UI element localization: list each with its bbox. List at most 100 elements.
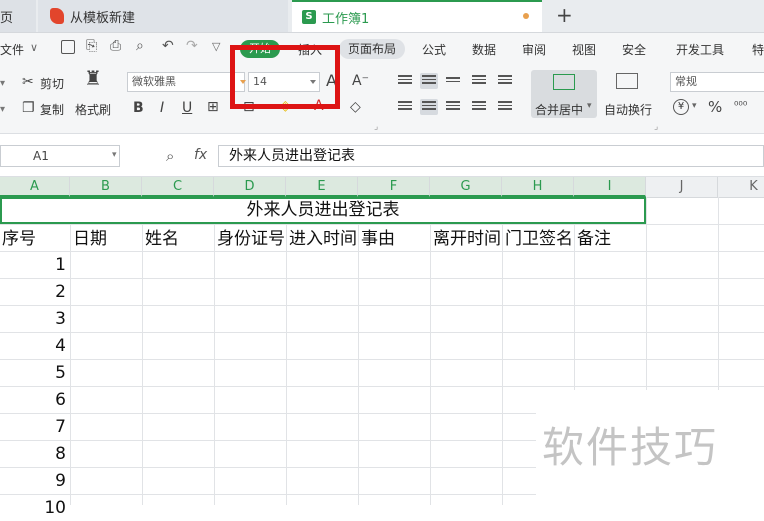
underline-button[interactable]: U (182, 100, 192, 116)
percent-button[interactable]: % (708, 99, 722, 115)
preview-icon[interactable]: ⌕ (136, 38, 144, 54)
serial-cell[interactable]: 5 (0, 360, 66, 386)
menu-file[interactable]: 文件 (0, 41, 24, 58)
border-icon[interactable]: ⊞ (207, 99, 219, 115)
bold-button[interactable]: B (133, 100, 144, 116)
font-settings-launcher-icon[interactable]: ⌟ (374, 122, 378, 132)
copy-button[interactable]: 复制 (40, 101, 64, 118)
grid-line (142, 224, 143, 505)
zoom-search-icon[interactable]: ⌕ (166, 147, 174, 165)
header-cell-d[interactable]: 身份证号 (217, 227, 285, 251)
currency-button[interactable]: ¥ (673, 99, 689, 115)
menu-view[interactable]: 视图 (572, 41, 596, 58)
header-cell-b[interactable]: 日期 (73, 227, 141, 251)
header-cell-i[interactable]: 备注 (577, 227, 645, 251)
grid-line (0, 224, 764, 225)
save-icon[interactable] (61, 40, 75, 54)
increase-indent-icon[interactable] (498, 75, 512, 87)
paste-dropdown-icon[interactable]: ▾ (0, 78, 5, 89)
format-painter-button[interactable]: 格式刷 (75, 101, 111, 118)
align-right-icon[interactable] (446, 101, 460, 113)
column-header-a[interactable]: A (0, 177, 70, 197)
cut-icon: ✂ (22, 74, 34, 90)
column-header-i[interactable]: I (574, 177, 646, 197)
alignment-launcher-icon[interactable]: ⌟ (654, 122, 658, 132)
column-header-e[interactable]: E (286, 177, 358, 197)
align-bottom-icon[interactable] (446, 77, 460, 89)
serial-cell[interactable]: 9 (0, 468, 66, 494)
tab-home[interactable]: 页 (0, 0, 36, 32)
grid-line (0, 494, 536, 495)
serial-cell[interactable]: 7 (0, 414, 66, 440)
tab-template[interactable]: 从模板新建 (38, 0, 288, 32)
justify-icon[interactable] (472, 101, 486, 113)
header-cell-c[interactable]: 姓名 (145, 227, 213, 251)
undo-icon[interactable]: ↶ (162, 38, 174, 54)
grid-line (358, 224, 359, 505)
header-cell-f[interactable]: 事由 (361, 227, 429, 251)
header-cell-g[interactable]: 离开时间 (433, 227, 501, 251)
wrap-text-button[interactable]: 自动换行 (604, 101, 652, 118)
clear-format-icon[interactable]: ◇ (350, 99, 361, 115)
print-icon[interactable]: ⎙ (110, 38, 121, 54)
column-header-k[interactable]: K (718, 177, 764, 197)
thousands-separator-icon[interactable]: ⁰⁰⁰ (734, 98, 747, 114)
export-icon[interactable]: ⎘ (86, 38, 97, 54)
decrease-font-icon[interactable]: A⁻ (352, 73, 369, 89)
align-center-icon[interactable] (420, 99, 438, 115)
new-tab-button[interactable]: + (556, 3, 573, 27)
quick-access-dropdown-icon[interactable]: ▽ (212, 40, 220, 53)
menu-dev-tools[interactable]: 开发工具 (676, 41, 724, 58)
menu-security[interactable]: 安全 (622, 41, 646, 58)
distributed-icon[interactable] (498, 101, 512, 113)
cut-button[interactable]: 剪切 (40, 75, 64, 92)
serial-cell[interactable]: 6 (0, 387, 66, 413)
paste-more-icon[interactable]: ▾ (0, 104, 5, 115)
serial-cell[interactable]: 10 (0, 495, 66, 521)
column-header-d[interactable]: D (214, 177, 286, 197)
grid-line (286, 224, 287, 505)
serial-cell[interactable]: 3 (0, 306, 66, 332)
menu-review[interactable]: 审阅 (522, 41, 546, 58)
name-box-dropdown-icon[interactable]: ▾ (112, 150, 117, 160)
currency-dropdown-icon[interactable]: ▾ (692, 101, 697, 111)
grid-line (0, 413, 536, 414)
redo-icon[interactable]: ↷ (186, 38, 198, 54)
align-top-icon[interactable] (398, 75, 412, 87)
formula-input[interactable]: 外来人员进出登记表 (218, 145, 764, 167)
tab-workbook[interactable]: S 工作簿1 (292, 0, 542, 32)
italic-button[interactable]: I (160, 100, 164, 116)
serial-cell[interactable]: 2 (0, 279, 66, 305)
serial-cell[interactable]: 4 (0, 333, 66, 359)
file-chevron-icon[interactable]: ∨ (30, 41, 38, 54)
serial-cell[interactable]: 1 (0, 252, 66, 278)
spreadsheet-icon: S (302, 10, 316, 24)
align-middle-icon[interactable] (420, 73, 438, 89)
font-name-select[interactable]: 微软雅黑 (127, 72, 245, 92)
font-name-value: 微软雅黑 (132, 75, 176, 88)
serial-cell[interactable]: 8 (0, 441, 66, 467)
merge-center-button[interactable]: 合并居中 ▾ (531, 70, 597, 118)
menu-more[interactable]: 特 (752, 41, 764, 58)
menu-data[interactable]: 数据 (472, 41, 496, 58)
column-header-j[interactable]: J (646, 177, 718, 197)
column-header-c[interactable]: C (142, 177, 214, 197)
grid-line (0, 359, 764, 360)
name-box[interactable]: A1 (0, 145, 120, 167)
align-left-icon[interactable] (398, 101, 412, 113)
header-cell-e[interactable]: 进入时间 (289, 227, 357, 251)
insert-function-button[interactable]: fx (194, 147, 207, 163)
merge-dropdown-icon[interactable]: ▾ (587, 101, 592, 111)
merged-title-cell[interactable]: 外来人员进出登记表 (0, 197, 646, 224)
number-format-select[interactable]: 常规 (670, 72, 764, 92)
column-header-h[interactable]: H (502, 177, 574, 197)
column-header-g[interactable]: G (430, 177, 502, 197)
header-cell-h[interactable]: 门卫签名 (505, 227, 573, 251)
decrease-indent-icon[interactable] (472, 75, 486, 87)
grid-line (646, 197, 647, 390)
menu-formula[interactable]: 公式 (422, 41, 446, 58)
header-cell-a[interactable]: 序号 (2, 227, 68, 251)
column-header-f[interactable]: F (358, 177, 430, 197)
column-header-b[interactable]: B (70, 177, 142, 197)
menu-page-layout[interactable]: 页面布局 (339, 39, 405, 59)
